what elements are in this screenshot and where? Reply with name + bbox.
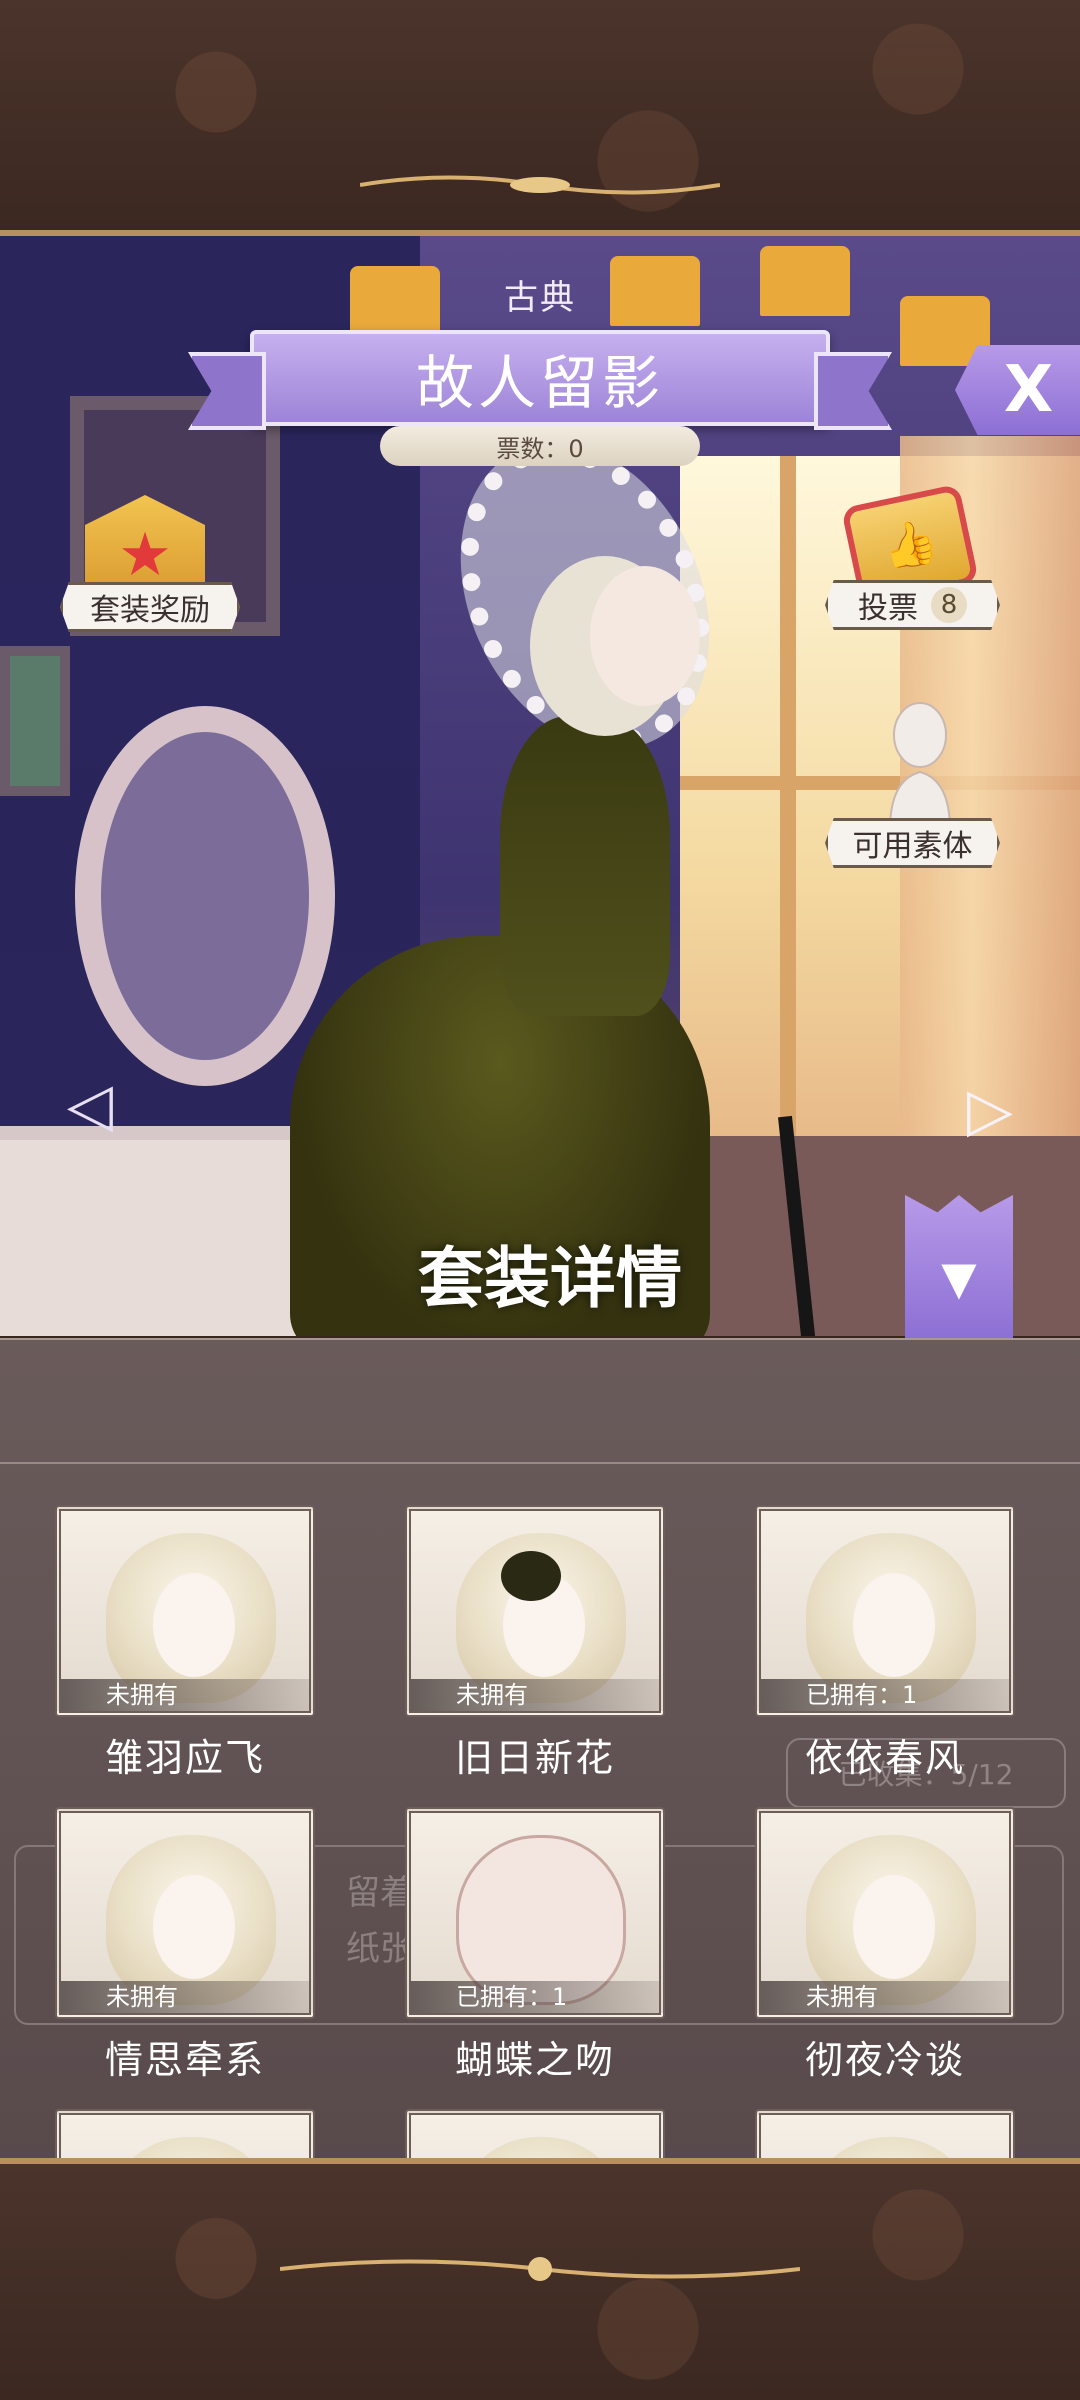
suit-title: 故人留影 xyxy=(415,349,664,417)
window-frame xyxy=(780,456,796,1156)
mirror xyxy=(75,706,335,1086)
ownership-label: 未拥有 xyxy=(411,1679,659,1711)
available-mannequin-button[interactable]: 可用素体 xyxy=(825,818,1000,868)
close-button[interactable]: X xyxy=(955,345,1080,435)
ownership-label: 未拥有 xyxy=(61,1679,309,1711)
triangle-down-icon: ▼ xyxy=(941,1251,977,1305)
ownership-label: 已拥有：1 xyxy=(411,1981,659,2013)
item-name: 雏羽应飞 xyxy=(104,1736,265,1780)
character-body xyxy=(500,716,670,1016)
item-thumbnail: 未拥有 xyxy=(55,1505,315,1717)
bottom-frame xyxy=(0,2158,1080,2400)
item-thumbnail: 已拥有：1 xyxy=(755,1505,1015,1717)
divider xyxy=(0,1462,1080,1464)
item-card[interactable] xyxy=(755,2109,1015,2158)
item-thumbnail: 已拥有：1 xyxy=(405,1807,665,2019)
item-name: 旧日新花 xyxy=(454,1736,615,1780)
item-card[interactable]: 未拥有 雏羽应飞 xyxy=(55,1505,315,1785)
item-thumbnail: 未拥有 xyxy=(405,1505,665,1717)
item-name: 依依春风 xyxy=(804,1736,965,1780)
category-label: 古典 xyxy=(504,278,576,318)
collapse-panel-button[interactable]: ▼ xyxy=(905,1195,1013,1340)
nav-left-arrow-icon[interactable]: ◁ xyxy=(50,1070,130,1140)
character-head xyxy=(590,566,700,706)
nav-right-arrow-icon[interactable]: ▷ xyxy=(940,1075,1040,1145)
close-icon: X xyxy=(1003,353,1054,427)
item-thumbnail xyxy=(405,2109,665,2158)
ownership-label: 未拥有 xyxy=(761,1981,1009,2013)
item-card[interactable] xyxy=(55,2109,315,2158)
suit-title-banner: 故人留影 xyxy=(250,330,830,426)
suit-reward-button[interactable]: 套装奖励 xyxy=(60,582,240,632)
suit-details-heading: 套装详情 xyxy=(418,1239,682,1317)
item-name: 蝴蝶之吻 xyxy=(454,2038,615,2082)
item-grid: 未拥有 雏羽应飞 未拥有 旧日新花 已拥有：1 依依春风 未拥有 情思牵系 已拥… xyxy=(55,1505,1025,2158)
mannequin-icon[interactable] xyxy=(870,700,970,830)
item-name: 情思牵系 xyxy=(104,2038,265,2082)
ownership-label: 未拥有 xyxy=(61,1981,309,2013)
item-card[interactable]: 已拥有：1 依依春风 xyxy=(755,1505,1015,1785)
painting xyxy=(0,646,70,796)
votes-count: 票数：0 xyxy=(380,426,700,466)
vote-count-badge: 8 xyxy=(931,587,967,623)
top-frame xyxy=(0,0,1080,236)
item-card[interactable]: 未拥有 情思牵系 xyxy=(55,1807,315,2087)
rose-accessory-icon xyxy=(501,1551,561,1601)
item-thumbnail: 未拥有 xyxy=(755,1807,1015,2019)
suit-details-panel: 已收集：5/12 留着故… 佛那未 纸张，… 碎。 未拥有 雏羽应飞 未拥有 旧… xyxy=(0,1338,1080,2158)
item-thumbnail xyxy=(755,2109,1015,2158)
item-card[interactable] xyxy=(405,2109,665,2158)
item-thumbnail xyxy=(55,2109,315,2158)
item-card[interactable]: 未拥有 彻夜冷谈 xyxy=(755,1807,1015,2087)
item-card[interactable]: 已拥有：1 蝴蝶之吻 xyxy=(405,1807,665,2087)
ornament-divider-icon xyxy=(360,175,720,195)
item-name: 彻夜冷谈 xyxy=(804,2038,965,2082)
ornament-divider-icon xyxy=(280,2257,800,2281)
vote-button[interactable]: 投票 8 xyxy=(825,580,1000,630)
item-card[interactable]: 未拥有 旧日新花 xyxy=(405,1505,665,1785)
vote-label: 投票 xyxy=(858,591,918,626)
item-thumbnail: 未拥有 xyxy=(55,1807,315,2019)
ownership-label: 已拥有：1 xyxy=(761,1679,1009,1711)
